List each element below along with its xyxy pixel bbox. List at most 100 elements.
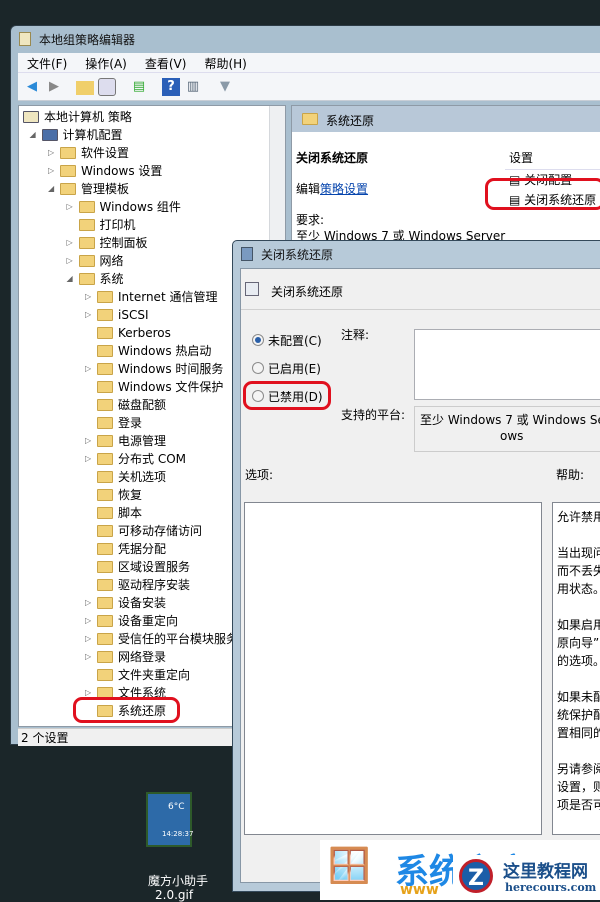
desktop-gadget-icon[interactable]: 6°C 14:28:37 — [146, 792, 193, 847]
collapsed-arrow-icon[interactable]: ▷ — [67, 252, 77, 270]
collapsed-arrow-icon[interactable]: ▷ — [85, 288, 95, 306]
export-list-icon[interactable]: ▤ — [130, 78, 148, 96]
menu-file[interactable]: 文件(F) — [18, 53, 76, 74]
tree-item-label: 系统 — [99, 272, 124, 286]
tree-item-label: 磁盘配额 — [118, 398, 167, 412]
folder-icon — [60, 147, 76, 159]
forward-icon[interactable]: ▶ — [45, 78, 63, 96]
tree-item-label: 设备安装 — [118, 596, 167, 610]
collapsed-arrow-icon[interactable]: ▷ — [67, 198, 77, 216]
help-text-line: 当出现问 — [557, 546, 600, 560]
up-folder-icon[interactable] — [76, 81, 94, 95]
folder-icon — [97, 489, 113, 501]
dialog-title: 关闭系统还原 — [261, 248, 334, 262]
edit-prefix: 编辑 — [296, 182, 321, 196]
radio-enabled-label[interactable]: 已启用(E) — [268, 360, 321, 377]
tree-item-label: 凭据分配 — [118, 542, 167, 556]
help-text-line: 的选项。 — [557, 654, 600, 668]
tree-item[interactable]: 本地计算机 策略 — [19, 108, 269, 126]
folder-icon — [97, 381, 113, 393]
collapsed-arrow-icon[interactable]: ▷ — [85, 612, 95, 630]
tree-item[interactable]: ◢ 计算机配置 — [19, 126, 269, 144]
tree-item-label: 电源管理 — [118, 434, 167, 448]
menu-help[interactable]: 帮助(H) — [195, 53, 255, 74]
tree-item-label: 恢复 — [118, 488, 143, 502]
gpedit-app-icon — [19, 32, 31, 46]
collapsed-arrow-icon[interactable]: ▷ — [48, 162, 58, 180]
help-icon[interactable]: ? — [162, 78, 180, 96]
help-text-line: 允许禁用 — [557, 510, 600, 524]
help-text-line: 统保护配 — [557, 708, 600, 722]
tree-item-label: Windows 文件保护 — [118, 380, 224, 394]
tree-item-label: Windows 时间服务 — [118, 362, 224, 376]
policy-title: 关闭系统还原 — [296, 151, 369, 165]
folder-icon — [97, 345, 113, 357]
collapsed-arrow-icon[interactable]: ▷ — [67, 234, 77, 252]
tree-item[interactable]: ◢ 管理模板 — [19, 180, 269, 198]
dialog-header: 关闭系统还原 — [271, 285, 344, 299]
tree-item[interactable]: 打印机 — [19, 216, 269, 234]
folder-icon — [97, 651, 113, 663]
folder-icon — [78, 219, 95, 231]
folder-icon — [97, 525, 113, 537]
filter-icon[interactable]: ▼ — [216, 78, 234, 96]
desktop-icon-label[interactable]: 魔方小助手 — [148, 872, 208, 889]
help-text-line: 如果启用 — [557, 618, 600, 632]
edit-policy-link[interactable]: 策略设置 — [320, 182, 368, 196]
tree-item[interactable]: ▷ 软件设置 — [19, 144, 269, 162]
help-text-line: 设置，则 — [557, 780, 600, 794]
show-hide-tree-icon[interactable] — [98, 78, 116, 96]
collapsed-arrow-icon[interactable]: ▷ — [85, 630, 95, 648]
toolbar: ◀ ▶ ▤ ? ▥ ▼ — [18, 73, 600, 101]
collapsed-arrow-icon[interactable]: ▷ — [85, 360, 95, 378]
policy-icon — [23, 111, 39, 123]
requirements-label: 要求: — [296, 213, 325, 227]
expanded-arrow-icon[interactable]: ◢ — [48, 180, 58, 198]
tree-item-label: 分布式 COM — [118, 452, 186, 466]
tree-item-label: 本地计算机 策略 — [44, 110, 132, 124]
tree-item[interactable]: ▷ Windows 组件 — [19, 198, 269, 216]
radio-not-configured[interactable] — [252, 334, 264, 346]
collapsed-arrow-icon[interactable]: ▷ — [48, 144, 58, 162]
tree-item[interactable]: ▷ Windows 设置 — [19, 162, 269, 180]
radio-not-configured-label[interactable]: 未配置(C) — [268, 332, 322, 349]
folder-icon — [60, 183, 76, 195]
folder-icon — [302, 113, 318, 125]
tree-item-label: 计算机配置 — [62, 128, 123, 142]
tree-item-label: Windows 组件 — [99, 200, 181, 214]
tree-item-label: 可移动存储访问 — [118, 524, 203, 538]
folder-icon — [97, 309, 113, 321]
tree-item-label: 关机选项 — [118, 470, 167, 484]
highlight-setting — [485, 178, 600, 210]
policy-dialog: 关闭系统还原 关闭系统还原 未配置(C) 已启用(E) 已禁用(D) 注释: 支… — [232, 240, 600, 892]
comment-label: 注释: — [341, 328, 370, 342]
folder-icon — [78, 255, 95, 267]
collapsed-arrow-icon[interactable]: ▷ — [85, 306, 95, 324]
show-pane-icon[interactable]: ▥ — [184, 78, 202, 96]
tree-item-label: Windows 设置 — [81, 164, 163, 178]
menu-action[interactable]: 操作(A) — [76, 53, 136, 74]
options-label: 选项: — [245, 468, 274, 482]
folder-icon — [97, 543, 113, 555]
help-text-line: 项是否可 — [557, 798, 600, 812]
expanded-arrow-icon[interactable]: ◢ — [67, 270, 77, 288]
folder-icon — [97, 507, 113, 519]
help-text-line: 置相同的 — [557, 726, 600, 740]
collapsed-arrow-icon[interactable]: ▷ — [85, 648, 95, 666]
folder-icon — [97, 363, 113, 375]
menu-view[interactable]: 查看(V) — [136, 53, 196, 74]
comment-input[interactable] — [414, 329, 600, 400]
help-text-line: 另请参阅 — [557, 762, 600, 776]
folder-icon — [78, 273, 95, 285]
settings-column-header[interactable]: 设置 — [509, 149, 533, 166]
collapsed-arrow-icon[interactable]: ▷ — [85, 432, 95, 450]
computer-icon — [41, 129, 58, 141]
help-panel[interactable]: 允许禁用当出现问而不丢失用状态。如果启用原向导” 的选项。如果未配统保护配置相同的… — [552, 502, 600, 835]
collapsed-arrow-icon[interactable]: ▷ — [85, 450, 95, 468]
policy-icon — [245, 282, 259, 296]
windows-logo-icon: 🪟 — [328, 846, 371, 886]
back-icon[interactable]: ◀ — [23, 78, 41, 96]
radio-enabled[interactable] — [252, 362, 264, 374]
collapsed-arrow-icon[interactable]: ▷ — [85, 594, 95, 612]
expanded-arrow-icon[interactable]: ◢ — [30, 126, 40, 144]
